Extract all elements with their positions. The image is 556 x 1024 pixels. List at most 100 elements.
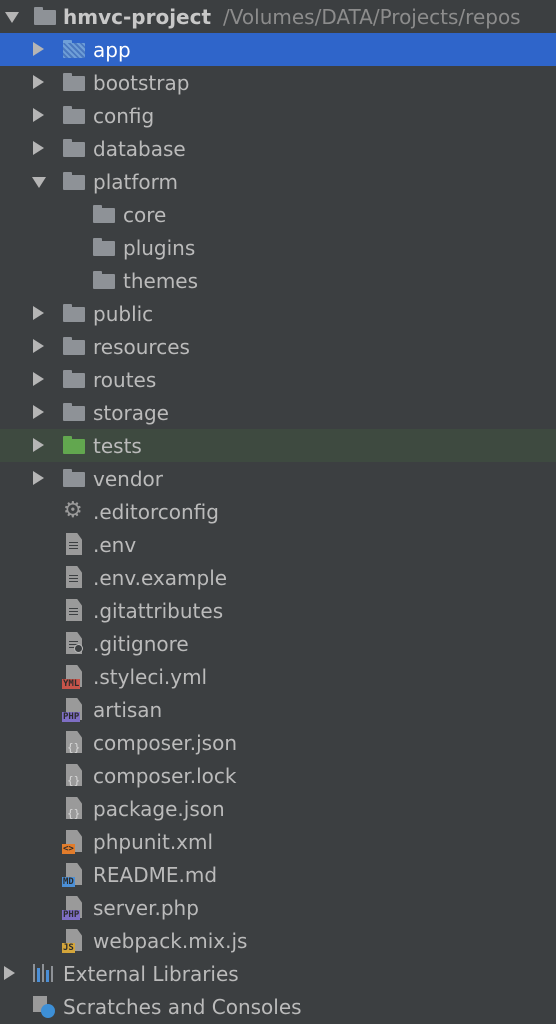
tree-footer-items: External Libraries Scratches and Consoles <box>0 957 556 1023</box>
folder-icon <box>63 40 85 58</box>
tree-item-label: public <box>93 302 154 326</box>
tree-item-label: .env.example <box>93 566 228 590</box>
file-type-badge: PHP <box>62 712 81 722</box>
tree-item-resources[interactable]: resources <box>0 330 556 363</box>
folder-icon <box>63 73 85 91</box>
tree-item-readme-md[interactable]: MD README.md <box>0 858 556 891</box>
tree-item-composer-json[interactable]: {} composer.json <box>0 726 556 759</box>
text-file-icon <box>66 566 82 588</box>
tree-item-storage[interactable]: storage <box>0 396 556 429</box>
chevron-right-icon[interactable] <box>33 42 44 56</box>
tree-item-styleci-yml[interactable]: YML .styleci.yml <box>0 660 556 693</box>
folder-icon <box>63 403 85 421</box>
chevron-right-icon[interactable] <box>33 75 44 89</box>
tree-item-label: vendor <box>93 467 163 491</box>
tree-item-label: config <box>93 104 155 128</box>
tree-item-label: storage <box>93 401 169 425</box>
tree-item-artisan[interactable]: PHP artisan <box>0 693 556 726</box>
libraries-icon <box>33 964 54 982</box>
tree-item-label: README.md <box>93 863 218 887</box>
tree-item-label: .editorconfig <box>93 500 219 524</box>
tree-item-routes[interactable]: routes <box>0 363 556 396</box>
tree-item-label: artisan <box>93 698 163 722</box>
tree-item-label: webpack.mix.js <box>93 929 248 953</box>
tree-item-label: .gitattributes <box>93 599 224 623</box>
folder-icon <box>93 205 115 223</box>
tree-item-env[interactable]: .env <box>0 528 556 561</box>
gear-icon: ⚙ <box>63 498 83 523</box>
tree-item-label: package.json <box>93 797 225 821</box>
folder-icon <box>63 337 85 355</box>
file-type-badge: <> <box>62 844 75 854</box>
folder-icon <box>63 304 85 322</box>
tree-item-editorconfig[interactable]: ⚙ .editorconfig <box>0 495 556 528</box>
chevron-down-icon[interactable] <box>5 12 19 23</box>
chevron-right-icon[interactable] <box>33 438 44 452</box>
tree-item-label: server.php <box>93 896 199 920</box>
tree-item-themes[interactable]: themes <box>0 264 556 297</box>
folder-icon <box>93 238 115 256</box>
tree-items: app bootstrap config database platform core pl… <box>0 33 556 957</box>
chevron-down-icon[interactable] <box>32 177 46 188</box>
tree-item-external-libraries[interactable]: External Libraries <box>0 957 556 990</box>
tree-item-package-json[interactable]: {} package.json <box>0 792 556 825</box>
folder-icon <box>93 271 115 289</box>
tree-item-label: .styleci.yml <box>93 665 208 689</box>
file-type-badge: JS <box>62 943 75 953</box>
tree-item-app[interactable]: app <box>0 33 556 66</box>
tree-item-label: .env <box>93 533 137 557</box>
tree-item-label: bootstrap <box>93 71 190 95</box>
folder-icon <box>63 436 85 454</box>
tree-item-public[interactable]: public <box>0 297 556 330</box>
tree-item-composer-lock[interactable]: {} composer.lock <box>0 759 556 792</box>
tree-item-gitattributes[interactable]: .gitattributes <box>0 594 556 627</box>
root-label: hmvc-project/Volumes/DATA/Projects/repos <box>63 4 521 30</box>
tree-item-plugins[interactable]: plugins <box>0 231 556 264</box>
braces-icon: {} <box>67 741 81 754</box>
chevron-right-icon[interactable] <box>33 471 44 485</box>
chevron-right-icon[interactable] <box>33 306 44 320</box>
tree-item-config[interactable]: config <box>0 99 556 132</box>
tree-item-platform[interactable]: platform <box>0 165 556 198</box>
tree-item-database[interactable]: database <box>0 132 556 165</box>
folder-icon <box>63 172 85 190</box>
tree-item-label: composer.lock <box>93 764 237 788</box>
braces-icon: {} <box>67 807 81 820</box>
tree-root-row[interactable]: hmvc-project/Volumes/DATA/Projects/repos <box>0 0 556 33</box>
folder-icon <box>63 106 85 124</box>
chevron-right-icon[interactable] <box>33 141 44 155</box>
tree-item-label: routes <box>93 368 157 392</box>
folder-icon <box>63 139 85 157</box>
project-path: /Volumes/DATA/Projects/repos <box>223 5 521 29</box>
chevron-right-icon[interactable] <box>4 966 15 980</box>
project-name: hmvc-project <box>63 5 212 29</box>
tree-item-label: tests <box>93 434 142 458</box>
tree-item-server-php[interactable]: PHP server.php <box>0 891 556 924</box>
tree-item-label: database <box>93 137 186 161</box>
chevron-right-icon[interactable] <box>33 339 44 353</box>
file-type-badge: MD <box>62 877 75 887</box>
tree-item-label: External Libraries <box>63 962 239 986</box>
chevron-right-icon[interactable] <box>33 372 44 386</box>
tree-item-env-example[interactable]: .env.example <box>0 561 556 594</box>
tree-item-scratches-and-consoles[interactable]: Scratches and Consoles <box>0 990 556 1023</box>
tree-item-webpack-mix-js[interactable]: JS webpack.mix.js <box>0 924 556 957</box>
tree-item-phpunit-xml[interactable]: <> phpunit.xml <box>0 825 556 858</box>
chevron-right-icon[interactable] <box>33 108 44 122</box>
tree-item-label: platform <box>93 170 178 194</box>
chevron-right-icon[interactable] <box>33 405 44 419</box>
scratches-icon <box>33 996 55 1018</box>
tree-item-core[interactable]: core <box>0 198 556 231</box>
tree-item-label: themes <box>123 269 199 293</box>
tree-item-vendor[interactable]: vendor <box>0 462 556 495</box>
tree-item-label: composer.json <box>93 731 238 755</box>
tree-item-gitignore[interactable]: .gitignore <box>0 627 556 660</box>
ignore-badge-icon <box>74 644 83 653</box>
tree-item-label: core <box>123 203 167 227</box>
tree-item-tests[interactable]: tests <box>0 429 556 462</box>
braces-icon: {} <box>67 774 81 787</box>
project-tree: hmvc-project/Volumes/DATA/Projects/repos… <box>0 0 556 1023</box>
text-file-icon <box>66 533 82 555</box>
tree-item-label: plugins <box>123 236 196 260</box>
tree-item-bootstrap[interactable]: bootstrap <box>0 66 556 99</box>
